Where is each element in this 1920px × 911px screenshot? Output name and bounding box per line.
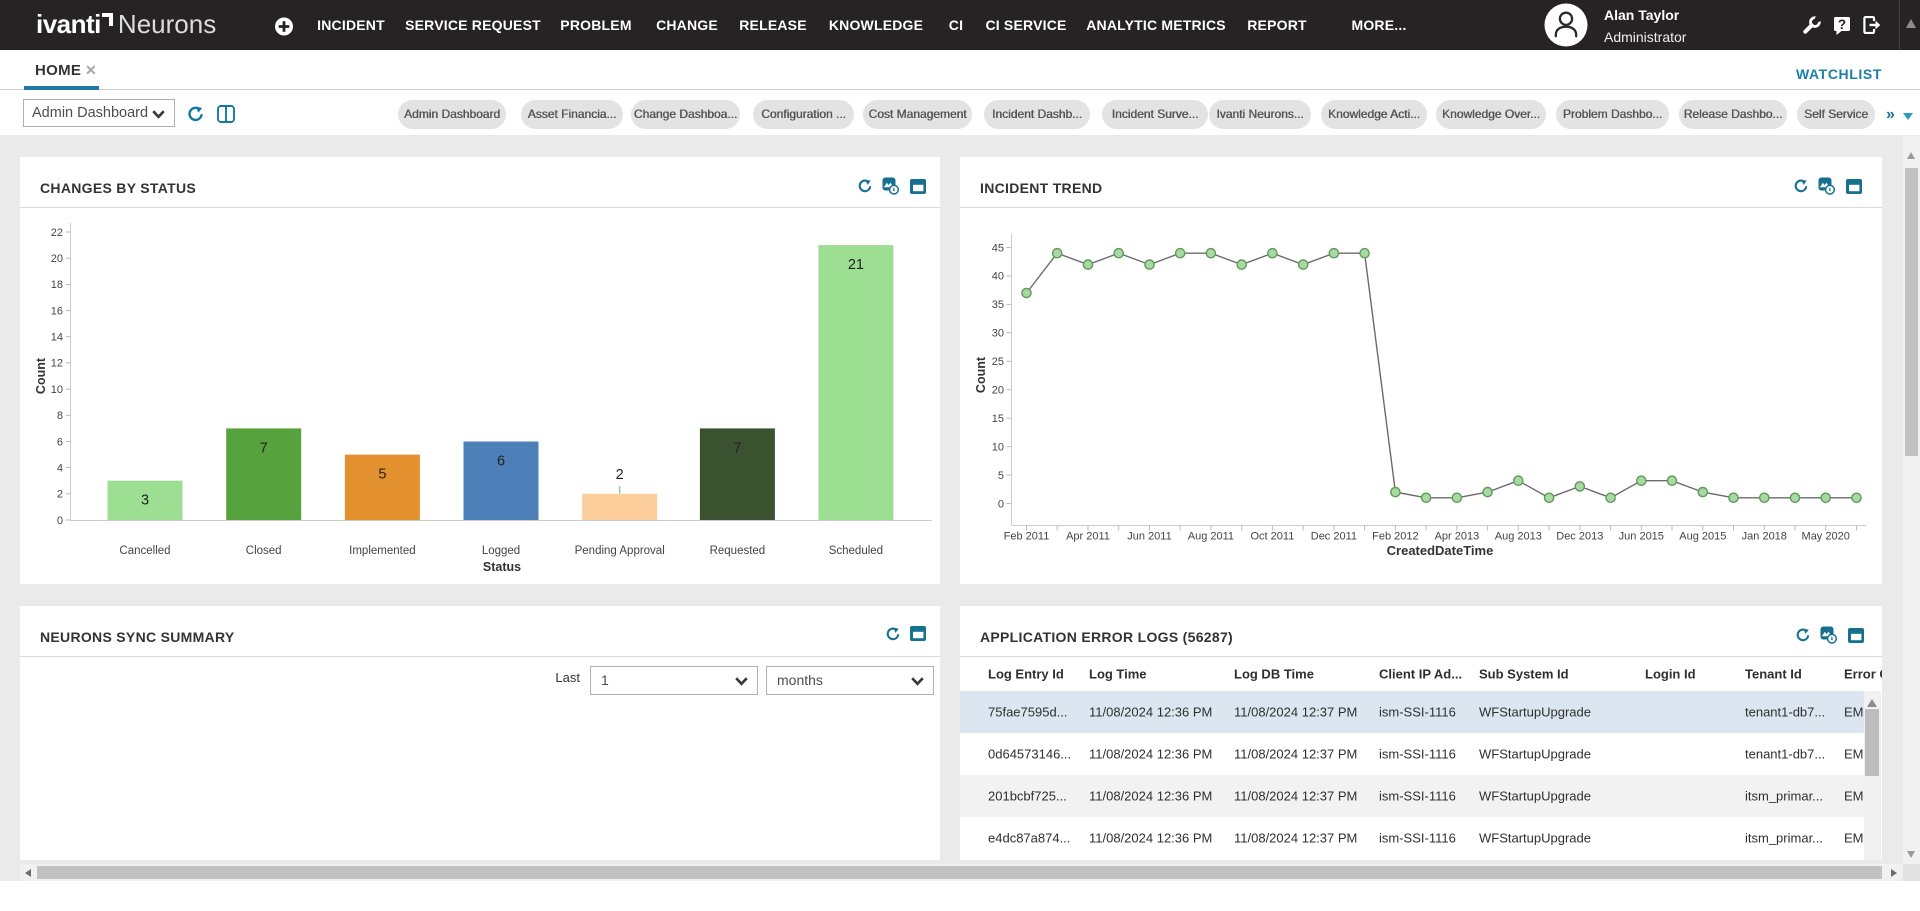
svg-text:2: 2 <box>57 489 63 501</box>
svg-text:Logged: Logged <box>482 545 520 557</box>
svg-text:Jan 2018: Jan 2018 <box>1742 531 1787 543</box>
svg-text:40: 40 <box>992 271 1004 283</box>
svg-text:4: 4 <box>57 462 63 474</box>
svg-text:16: 16 <box>51 305 63 317</box>
svg-text:Dec 2013: Dec 2013 <box>1556 531 1603 543</box>
svg-text:Dec 2011: Dec 2011 <box>1311 531 1357 543</box>
svg-text:35: 35 <box>992 299 1004 311</box>
svg-text:Status: Status <box>483 560 521 574</box>
svg-text:7: 7 <box>733 440 741 456</box>
svg-text:Cancelled: Cancelled <box>119 545 170 557</box>
svg-text:Implemented: Implemented <box>349 545 415 557</box>
svg-text:CreatedDateTime: CreatedDateTime <box>1387 543 1494 558</box>
svg-text:Apr 2011: Apr 2011 <box>1066 531 1110 543</box>
svg-text:12: 12 <box>51 358 63 370</box>
svg-text:Scheduled: Scheduled <box>829 545 883 557</box>
svg-text:10: 10 <box>992 441 1004 453</box>
svg-text:22: 22 <box>51 227 63 239</box>
svg-text:8: 8 <box>57 410 63 422</box>
svg-text:Aug 2013: Aug 2013 <box>1495 531 1542 543</box>
svg-text:5: 5 <box>378 467 386 483</box>
svg-text:May 2020: May 2020 <box>1802 531 1850 543</box>
svg-text:Jun 2011: Jun 2011 <box>1127 531 1171 543</box>
svg-text:21: 21 <box>848 257 864 273</box>
svg-text:3: 3 <box>141 493 149 509</box>
svg-text:Apr 2013: Apr 2013 <box>1435 531 1480 543</box>
svg-text:2: 2 <box>616 467 624 483</box>
svg-text:Aug 2015: Aug 2015 <box>1679 531 1726 543</box>
svg-text:0: 0 <box>998 498 1004 510</box>
svg-text:Feb 2012: Feb 2012 <box>1372 531 1418 543</box>
svg-text:7: 7 <box>260 440 268 456</box>
svg-text:45: 45 <box>992 242 1004 254</box>
svg-text:?: ? <box>1838 17 1846 32</box>
svg-text:Feb 2011: Feb 2011 <box>1004 531 1050 543</box>
svg-text:20: 20 <box>51 253 63 265</box>
svg-text:6: 6 <box>57 436 63 448</box>
svg-text:5: 5 <box>998 470 1004 482</box>
svg-text:0: 0 <box>57 515 63 527</box>
svg-text:Closed: Closed <box>246 545 282 557</box>
svg-text:20: 20 <box>992 385 1004 397</box>
svg-text:18: 18 <box>51 279 63 291</box>
svg-text:Jun 2015: Jun 2015 <box>1619 531 1664 543</box>
svg-text:Count: Count <box>34 357 48 394</box>
svg-text:Pending Approval: Pending Approval <box>575 545 665 557</box>
svg-text:15: 15 <box>992 413 1004 425</box>
svg-text:25: 25 <box>992 356 1004 368</box>
svg-text:14: 14 <box>51 332 63 344</box>
svg-text:Oct 2011: Oct 2011 <box>1250 531 1294 543</box>
svg-text:6: 6 <box>497 454 505 470</box>
svg-text:10: 10 <box>51 384 63 396</box>
svg-text:Count: Count <box>974 356 988 393</box>
svg-text:30: 30 <box>992 328 1004 340</box>
svg-text:Requested: Requested <box>710 545 766 557</box>
svg-text:Aug 2011: Aug 2011 <box>1188 531 1234 543</box>
